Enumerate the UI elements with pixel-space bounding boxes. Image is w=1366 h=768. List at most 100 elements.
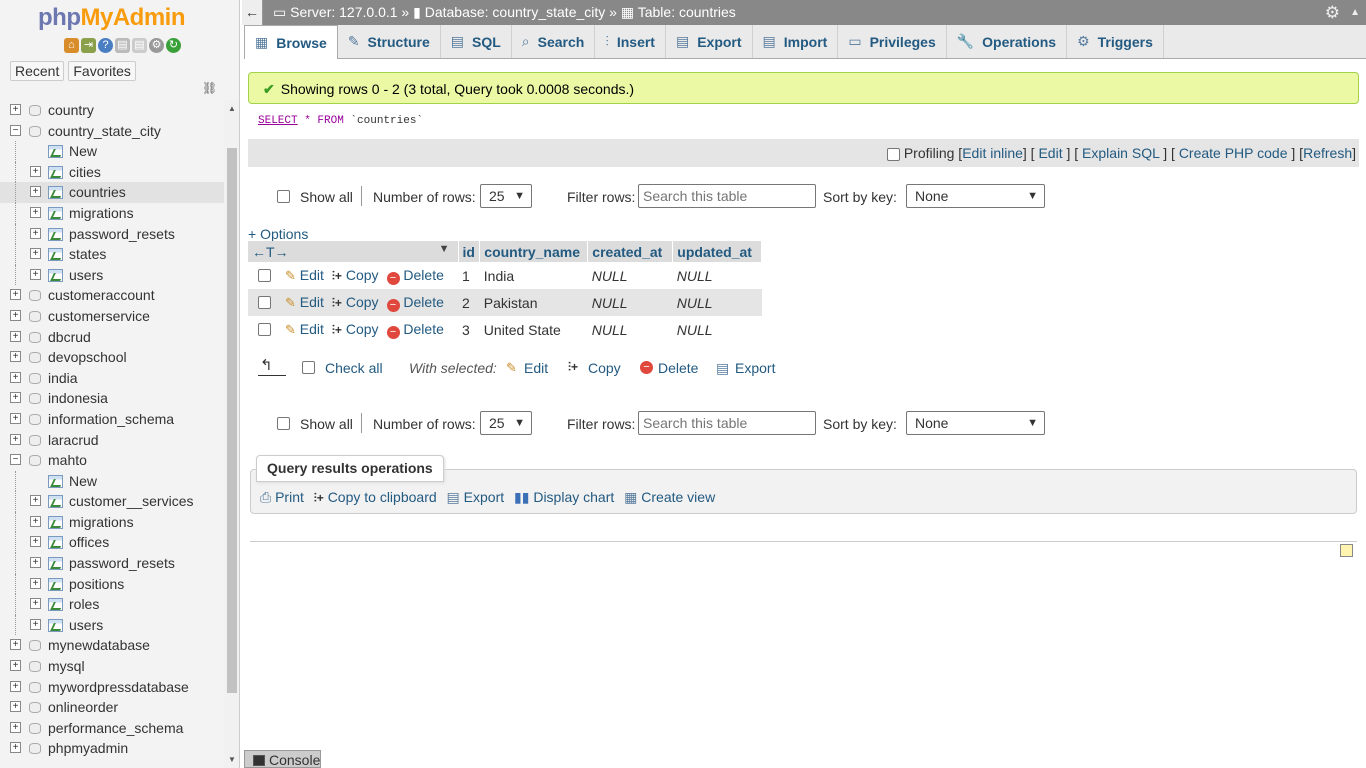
- row-delete-link[interactable]: Delete: [403, 321, 443, 337]
- cell-id[interactable]: 3: [458, 316, 480, 343]
- export-icon[interactable]: ▤: [447, 489, 460, 505]
- cell-country-name[interactable]: United State: [480, 316, 588, 343]
- expand-icon[interactable]: +: [30, 186, 41, 198]
- expand-icon[interactable]: +: [10, 330, 21, 342]
- row-copy-link[interactable]: Copy: [346, 321, 379, 337]
- tree-item-label[interactable]: laracrud: [48, 430, 99, 451]
- bookmark-note-icon[interactable]: [1340, 544, 1353, 557]
- tree-item-label[interactable]: offices: [69, 532, 109, 553]
- tree-new-item[interactable]: New: [0, 470, 224, 492]
- expand-icon[interactable]: +: [30, 206, 41, 218]
- delete-icon[interactable]: −: [386, 325, 400, 339]
- expand-icon[interactable]: +: [10, 701, 21, 713]
- sidebar-scrollbar-thumb[interactable]: [227, 148, 237, 693]
- row-checkbox[interactable]: [258, 269, 271, 283]
- tree-table-item[interactable]: + positions: [0, 573, 224, 595]
- column-resize-arrows-icon[interactable]: ←T→: [252, 244, 289, 260]
- print-link[interactable]: Print: [275, 489, 304, 505]
- tree-item-label[interactable]: New: [69, 141, 97, 162]
- edit-pencil-icon[interactable]: ✎: [285, 295, 296, 311]
- tree-item-label[interactable]: roles: [69, 594, 99, 615]
- recent-tab[interactable]: Recent: [10, 61, 65, 81]
- expand-icon[interactable]: +: [10, 660, 21, 672]
- tree-database-item[interactable]: + information_schema: [0, 409, 224, 430]
- edit-pencil-icon[interactable]: ✎: [285, 322, 296, 338]
- cell-country-name[interactable]: India: [480, 262, 588, 289]
- expand-icon[interactable]: +: [10, 742, 21, 754]
- tab-triggers[interactable]: ⚙ Triggers: [1067, 25, 1164, 58]
- console-toggle[interactable]: Console: [244, 750, 321, 768]
- selected-export-link[interactable]: Export: [735, 360, 775, 376]
- cell-created-at[interactable]: NULL: [588, 262, 673, 289]
- tree-item-label[interactable]: countries: [69, 182, 126, 203]
- copy-icon[interactable]: ⫶+: [332, 323, 342, 338]
- collapse-icon[interactable]: −: [10, 124, 21, 136]
- expand-icon[interactable]: +: [10, 680, 21, 692]
- column-header-country-name[interactable]: country_name: [479, 241, 589, 262]
- expand-icon[interactable]: +: [30, 557, 41, 569]
- column-header-id[interactable]: id: [458, 241, 481, 262]
- tree-database-item[interactable]: − mahto: [0, 450, 224, 471]
- copy-icon[interactable]: ⫶+: [568, 360, 578, 375]
- tree-item-label[interactable]: phpmyadmin: [48, 738, 128, 759]
- tree-database-item[interactable]: + phpmyadmin: [0, 738, 224, 759]
- cell-id[interactable]: 2: [458, 289, 480, 316]
- tree-table-item[interactable]: + cities: [0, 161, 224, 183]
- show-all-checkbox[interactable]: [277, 190, 290, 203]
- expand-icon[interactable]: +: [10, 392, 21, 404]
- filter-rows-input[interactable]: Search this table: [638, 411, 816, 435]
- expand-icon[interactable]: +: [10, 433, 21, 445]
- tree-item-label[interactable]: onlineorder: [48, 697, 118, 718]
- expand-icon[interactable]: +: [30, 598, 41, 610]
- tree-database-item[interactable]: + devopschool: [0, 347, 224, 368]
- help-icon[interactable]: ?: [98, 38, 113, 53]
- copy-to-clipboard-link[interactable]: Copy to clipboard: [328, 489, 437, 505]
- number-of-rows-select[interactable]: 25 ▼: [480, 184, 532, 208]
- filter-rows-input[interactable]: Search this table: [638, 184, 816, 208]
- expand-icon[interactable]: +: [30, 577, 41, 589]
- tree-table-item[interactable]: + roles: [0, 594, 224, 615]
- tree-table-item[interactable]: + offices: [0, 532, 224, 554]
- tree-item-label[interactable]: customerservice: [48, 306, 150, 327]
- tree-new-item[interactable]: New: [0, 141, 224, 162]
- cell-created-at[interactable]: NULL: [587, 289, 673, 316]
- tree-database-item[interactable]: + onlineorder: [0, 697, 224, 718]
- tree-table-item[interactable]: + countries: [0, 182, 224, 203]
- tree-database-item[interactable]: + mysql: [0, 656, 224, 677]
- tree-database-item[interactable]: + customerservice: [0, 306, 224, 327]
- tree-database-item[interactable]: + laracrud: [0, 430, 224, 451]
- tree-database-item[interactable]: + indonesia: [0, 388, 224, 409]
- tree-item-label[interactable]: performance_schema: [48, 718, 183, 739]
- selected-delete-link[interactable]: Delete: [658, 360, 698, 376]
- tree-table-item[interactable]: + states: [0, 244, 224, 265]
- tree-item-label[interactable]: devopschool: [48, 347, 127, 368]
- tab-browse[interactable]: ▦ Browse: [244, 25, 338, 59]
- sort-triangle-icon[interactable]: ▼: [439, 243, 450, 255]
- row-edit-link[interactable]: Edit: [300, 267, 324, 283]
- row-delete-link[interactable]: Delete: [403, 294, 443, 310]
- phpmyadmin-logo[interactable]: phpMyAdmin: [38, 4, 185, 32]
- tab-sql[interactable]: ▤ SQL: [441, 25, 512, 58]
- column-header-updated-at[interactable]: updated_at: [672, 241, 763, 262]
- expand-icon[interactable]: +: [10, 289, 21, 301]
- number-of-rows-select[interactable]: 25 ▼: [480, 411, 532, 435]
- tree-item-label[interactable]: customeraccount: [48, 285, 155, 306]
- tab-privileges[interactable]: ▭ Privileges: [838, 25, 947, 58]
- tab-insert[interactable]: ⫶ Insert: [595, 25, 666, 58]
- create-view-icon[interactable]: ▦: [624, 489, 637, 505]
- expand-icon[interactable]: +: [30, 165, 41, 177]
- tree-item-label[interactable]: india: [48, 368, 78, 389]
- scroll-down-arrow-icon[interactable]: ▼: [228, 755, 236, 764]
- tree-item-label[interactable]: mynewdatabase: [48, 635, 150, 656]
- tree-table-item[interactable]: + password_resets: [0, 223, 224, 245]
- expand-icon[interactable]: +: [10, 309, 21, 321]
- edit-pencil-icon[interactable]: ✎: [506, 360, 517, 376]
- tree-database-item[interactable]: + country: [0, 100, 224, 121]
- tree-database-item[interactable]: + performance_schema: [0, 718, 224, 739]
- create-view-link[interactable]: Create view: [641, 489, 715, 505]
- tree-item-label[interactable]: password_resets: [69, 224, 175, 245]
- row-checkbox[interactable]: [258, 296, 271, 310]
- copy-icon[interactable]: ⫶+: [314, 491, 324, 505]
- docs-icon[interactable]: ▤: [115, 38, 130, 53]
- row-copy-link[interactable]: Copy: [346, 294, 379, 310]
